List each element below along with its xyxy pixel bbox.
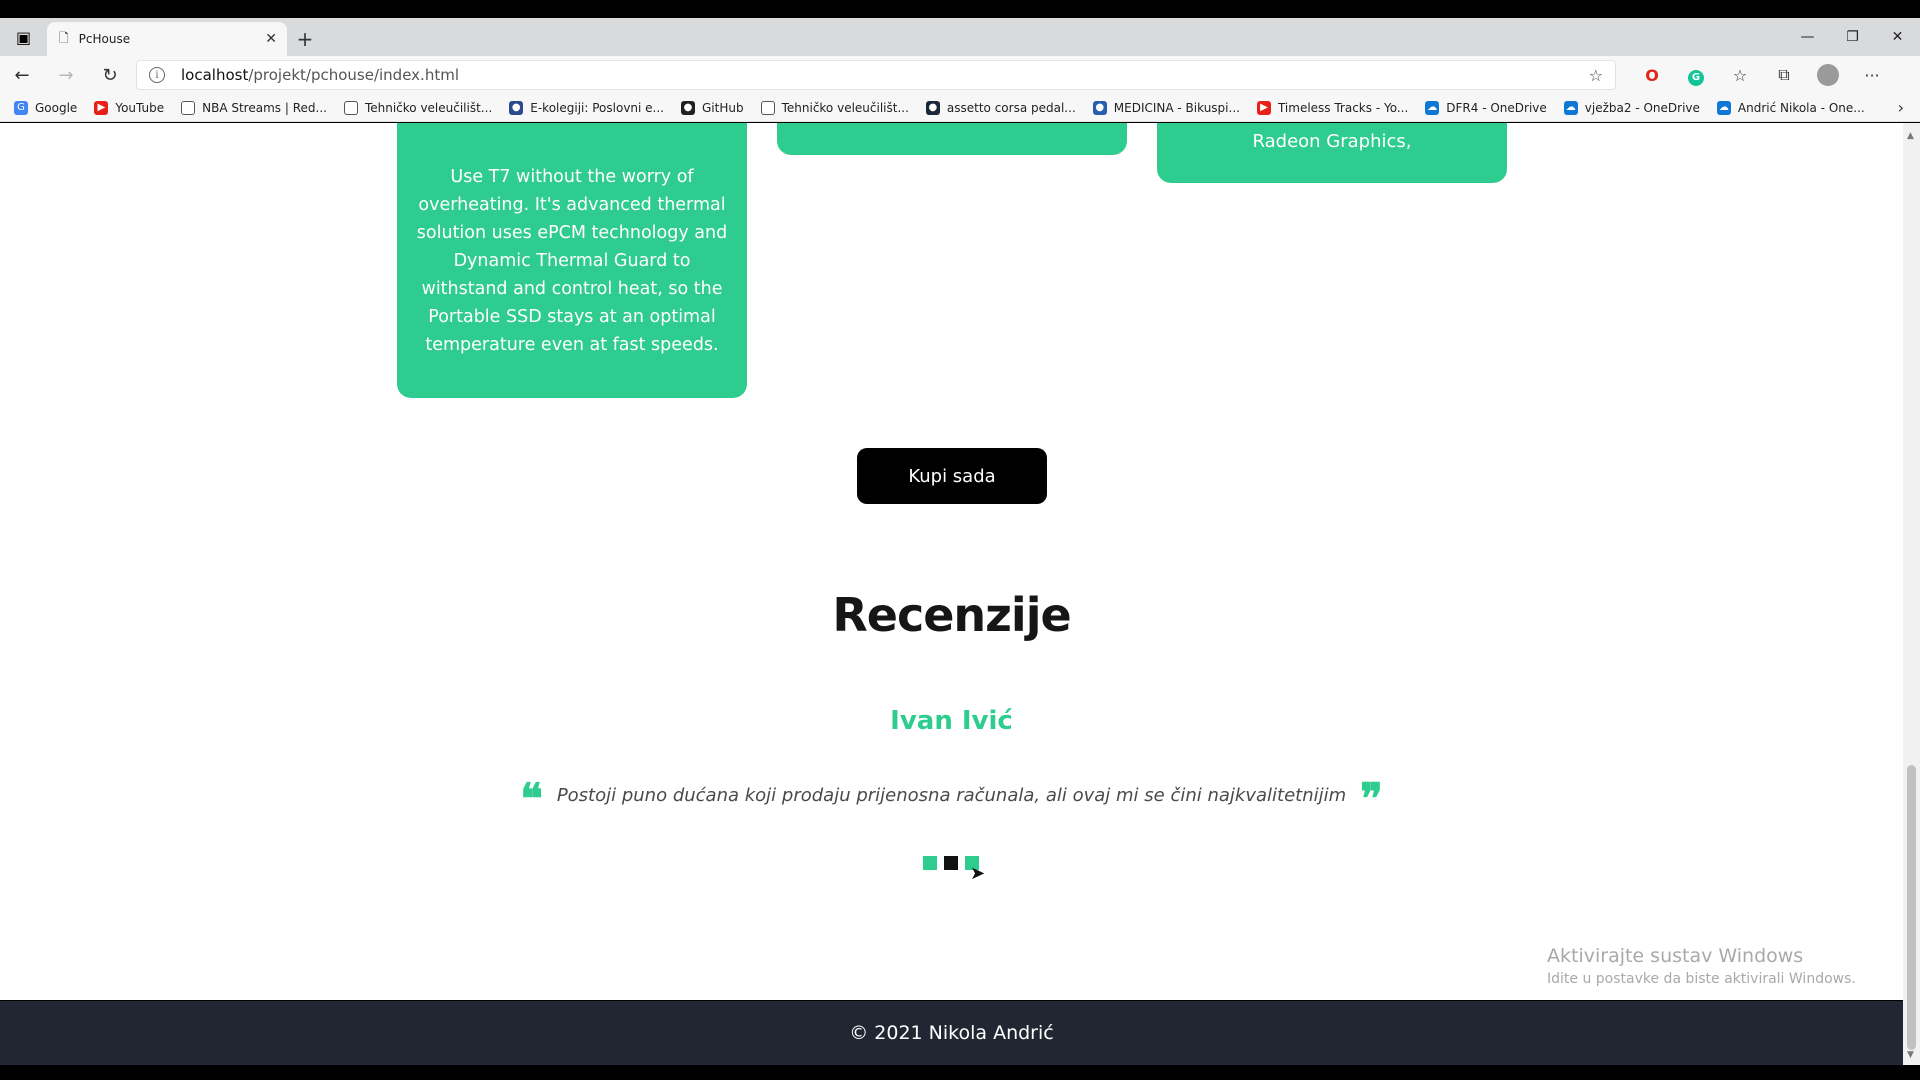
reload-icon[interactable]: ↻ — [88, 65, 132, 86]
tab-bar: ▣ 🗋 PcHouse ✕ + — ❐ ✕ — [0, 18, 1920, 56]
bookmark-item[interactable]: ● assetto corsa pedal... — [925, 100, 1076, 115]
url-text[interactable]: localhost/projekt/pchouse/index.html — [165, 66, 1589, 84]
bookmark-item[interactable]: Tehničko veleučilišt... — [343, 100, 493, 115]
bookmark-item[interactable]: ▶ YouTube — [94, 100, 165, 115]
page-icon — [181, 100, 196, 115]
windows-activation-watermark: Aktivirajte sustav Windows Idite u posta… — [1547, 945, 1856, 987]
tab-actions-icon[interactable]: ▣ — [0, 18, 47, 56]
vertical-scrollbar[interactable]: ▲ ▼ — [1903, 123, 1920, 1065]
screen-bottom-edge — [0, 1065, 1920, 1080]
onedrive-icon: ☁ — [1425, 100, 1440, 115]
bookmark-label: E-kolegiji: Poslovni e... — [530, 100, 664, 115]
github-icon: ● — [681, 100, 695, 115]
footer-copyright: © 2021 Nikola Andrić — [849, 1022, 1054, 1044]
scrollbar-thumb[interactable] — [1907, 765, 1916, 1050]
bookmark-label: GitHub — [702, 100, 744, 115]
bookmark-label: Timeless Tracks - Yo... — [1277, 100, 1409, 115]
bookmark-item[interactable]: ▶ Timeless Tracks - Yo... — [1256, 100, 1409, 115]
add-favorite-icon[interactable]: ☆ — [1589, 66, 1603, 85]
review-text: Postoji puno dućana koji prodaju prijeno… — [556, 784, 1347, 806]
tab-title: PcHouse — [78, 32, 131, 46]
bookmark-label: Google — [35, 100, 78, 115]
opera-extension-icon[interactable]: O — [1630, 66, 1674, 85]
grammarly-extension-icon[interactable]: G — [1674, 65, 1718, 86]
tab-pchouse[interactable]: 🗋 PcHouse ✕ — [47, 22, 287, 56]
watermark-line-2: Idite u postavke da biste aktivirali Win… — [1547, 971, 1856, 987]
bookmark-item[interactable]: G Google — [14, 100, 78, 115]
buy-now-button[interactable]: Kupi sada — [857, 448, 1047, 504]
bookmark-label: Tehničko veleučilišt... — [364, 100, 493, 115]
info-icon[interactable]: i — [149, 67, 165, 83]
browser-toolbar: ← → ↻ i localhost/projekt/pchouse/index.… — [0, 56, 1920, 94]
back-arrow-icon[interactable]: ← — [0, 65, 44, 86]
minimize-button[interactable]: — — [1785, 29, 1830, 45]
collections-icon[interactable]: ⧉ — [1762, 65, 1806, 85]
restore-button[interactable]: ❐ — [1830, 29, 1875, 45]
tab-close-icon[interactable]: ✕ — [265, 31, 277, 47]
more-menu-icon[interactable]: ··· — [1850, 66, 1894, 85]
favorites-icon[interactable]: ☆ — [1718, 66, 1762, 85]
card-description: Use T7 without the worry of overheating.… — [416, 167, 728, 355]
google-icon: G — [14, 100, 28, 115]
bookmark-item[interactable]: ☁ Andrić Nikola - One... — [1716, 100, 1865, 115]
ekolegij-icon: ● — [509, 100, 524, 115]
product-card-middle — [777, 123, 1127, 155]
new-tab-button[interactable]: + — [287, 22, 323, 56]
window-controls: — ❐ ✕ — [1785, 18, 1920, 56]
globe-icon: ● — [1092, 100, 1107, 115]
bookmark-label: vježba2 - OneDrive — [1584, 100, 1700, 115]
page-icon — [760, 100, 775, 115]
page-icon — [343, 100, 358, 115]
bookmark-label: YouTube — [115, 100, 165, 115]
product-card-ssd: Use T7 without the worry of overheating.… — [397, 123, 747, 398]
scroll-up-arrow-icon[interactable]: ▲ — [1907, 131, 1914, 141]
bookmark-label: DFR4 - OneDrive — [1446, 100, 1547, 115]
quote-close-icon: ❞ — [1360, 778, 1383, 812]
reviewer-name: Ivan Ivić — [890, 706, 1013, 736]
mouse-cursor-icon: ➤ — [970, 863, 986, 884]
youtube-icon: ▶ — [1256, 100, 1271, 115]
bookmark-label: NBA Streams | Red... — [202, 100, 327, 115]
page-icon: 🗋 — [59, 30, 69, 45]
url-path: /projekt/pchouse/index.html — [248, 66, 459, 84]
slider-dot-1[interactable] — [923, 856, 937, 870]
bookmarks-bar: G Google ▶ YouTube NBA Streams | Red... Tehni… — [0, 94, 1920, 122]
bookmark-item[interactable]: NBA Streams | Red... — [181, 100, 327, 115]
watermark-line-1: Aktivirajte sustav Windows — [1547, 945, 1804, 967]
url-host: localhost — [181, 66, 249, 84]
bookmark-item[interactable]: ● GitHub — [681, 100, 744, 115]
product-card-laptop: Radeon Graphics, — [1157, 123, 1507, 183]
reviews-title: Recenzije — [832, 588, 1071, 642]
scroll-down-arrow-icon[interactable]: ▼ — [1907, 1050, 1914, 1060]
bookmark-item[interactable]: Tehničko veleučilišt... — [760, 100, 909, 115]
bookmarks-more-chevron-icon[interactable]: › — [1898, 98, 1904, 117]
profile-avatar[interactable] — [1806, 64, 1850, 86]
onedrive-icon: ☁ — [1563, 100, 1578, 115]
bookmark-label: Tehničko veleučilišt... — [781, 100, 909, 115]
toolbar-icons: O G ☆ ⧉ ··· — [1630, 64, 1894, 86]
close-window-button[interactable]: ✕ — [1875, 29, 1920, 45]
bookmark-item[interactable]: ☁ vježba2 - OneDrive — [1563, 100, 1700, 115]
page-viewport: Use T7 without the worry of overheating.… — [0, 123, 1903, 1000]
forward-arrow-icon[interactable]: → — [44, 65, 88, 86]
youtube-icon: ▶ — [94, 100, 109, 115]
bookmark-item[interactable]: ☁ DFR4 - OneDrive — [1425, 100, 1547, 115]
address-bar[interactable]: i localhost/projekt/pchouse/index.html ☆ — [136, 60, 1616, 90]
bookmark-item[interactable]: ● E-kolegiji: Poslovni e... — [509, 100, 664, 115]
card-description: Radeon Graphics, — [1252, 131, 1412, 152]
bookmark-item[interactable]: ● MEDICINA - Bikuspi... — [1092, 100, 1240, 115]
bookmark-label: assetto corsa pedal... — [946, 100, 1076, 115]
quote-open-icon: ❝ — [520, 778, 543, 812]
onedrive-icon: ☁ — [1716, 100, 1731, 115]
page-footer: © 2021 Nikola Andrić — [0, 1001, 1903, 1065]
bookmark-label: Andrić Nikola - One... — [1737, 100, 1865, 115]
review-quote: ❝ Postoji puno dućana koji prodaju prije… — [0, 778, 1903, 812]
bookmark-label: MEDICINA - Bikuspi... — [1113, 100, 1240, 115]
slider-dot-2[interactable] — [944, 856, 958, 870]
steam-icon: ● — [925, 100, 940, 115]
